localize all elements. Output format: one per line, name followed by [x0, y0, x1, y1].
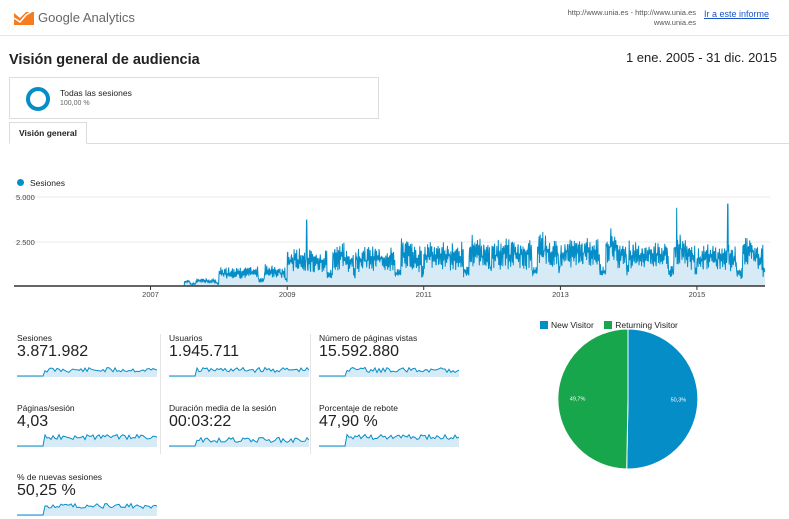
metric-divider — [310, 334, 311, 454]
metric-card[interactable]: Porcentaje de rebote 47,90 % — [319, 403, 459, 463]
property-selector[interactable]: http://www.unia.es - http://www.unia.es … — [470, 8, 696, 28]
segment-card[interactable]: Todas las sesiones 100,00 % — [9, 77, 379, 119]
y-tick-label: 5.000 — [16, 193, 35, 202]
metric-value: 47,90 % — [319, 413, 378, 430]
go-to-report-link[interactable]: Ir a este informe — [704, 9, 769, 19]
metric-sparkline — [169, 366, 309, 377]
pie-slice-label: 50,3% — [671, 398, 687, 404]
x-tick-label: 2007 — [142, 290, 159, 299]
metric-sparkline — [169, 436, 309, 447]
brand-name: Google Analytics — [38, 10, 135, 25]
report-tabs: Visión general — [9, 122, 789, 144]
metric-value: 1.945.711 — [169, 343, 239, 360]
x-tick-label: 2009 — [279, 290, 296, 299]
top-bar: Google Analytics http://www.unia.es - ht… — [0, 0, 789, 36]
metric-card[interactable]: % de nuevas sesiones 50,25 % — [17, 472, 157, 519]
x-tick-label: 2015 — [689, 290, 706, 299]
y-tick-label: 2.500 — [16, 238, 35, 247]
pie-slice-new-visitor[interactable] — [626, 329, 699, 469]
sessions-chart[interactable]: 5.000 2.500 2007 2009 2011 2013 2015 — [0, 186, 789, 302]
metric-value: 15.592.880 — [319, 343, 400, 360]
metric-sparkline — [319, 366, 459, 377]
metric-sparkline — [319, 433, 459, 447]
segment-name: Todas las sesiones — [60, 88, 132, 98]
new-visitor-swatch-icon — [540, 321, 548, 329]
x-tick-label: 2013 — [552, 290, 569, 299]
metric-card[interactable]: Usuarios 1.945.711 — [169, 333, 309, 393]
pie-slice-label: 49,7% — [570, 397, 586, 403]
metric-value: 00:03:22 — [169, 413, 232, 430]
metric-sparkline — [17, 433, 157, 447]
metric-card[interactable]: Duración media de la sesión 00:03:22 — [169, 403, 309, 463]
metric-card[interactable]: Sesiones 3.871.982 — [17, 333, 157, 393]
series-dot-icon — [17, 179, 24, 186]
google-analytics-logo-icon — [14, 9, 34, 25]
date-range-picker[interactable]: 1 ene. 2005 - 31 dic. 2015 — [626, 50, 777, 65]
metric-value: 50,25 % — [17, 482, 76, 499]
metric-sparkline — [17, 366, 157, 377]
metric-label: Usuarios — [169, 333, 203, 343]
metric-value: 3.871.982 — [17, 343, 89, 360]
metric-label: Duración media de la sesión — [169, 403, 277, 413]
property-url: http://www.unia.es - http://www.unia.es — [567, 8, 696, 17]
tab-vision-general[interactable]: Visión general — [9, 122, 87, 144]
segment-percentage: 100,00 % — [60, 100, 90, 107]
property-view: www.unia.es — [653, 18, 696, 27]
page-title: Visión general de audiencia — [9, 52, 200, 68]
metric-label: Número de páginas vistas — [319, 333, 418, 343]
metric-card[interactable]: Número de páginas vistas 15.592.880 — [319, 333, 459, 393]
metric-label: Páginas/sesión — [17, 403, 75, 413]
returning-visitor-swatch-icon — [604, 321, 613, 329]
visitor-type-pie-chart[interactable]: 50,3% 49,7% — [555, 329, 701, 469]
x-tick-label: 2011 — [416, 290, 432, 299]
metric-card[interactable]: Páginas/sesión 4,03 — [17, 403, 157, 463]
metric-label: Sesiones — [17, 333, 52, 343]
metric-value: 4,03 — [17, 413, 49, 430]
metric-sparkline — [17, 502, 157, 516]
metric-label: % de nuevas sesiones — [17, 472, 103, 482]
metric-label: Porcentaje de rebote — [319, 403, 398, 413]
sessions-area — [14, 204, 765, 286]
metric-divider — [160, 334, 161, 454]
pie-slice-returning-visitor[interactable] — [557, 329, 629, 469]
segment-ring-icon — [26, 87, 50, 111]
